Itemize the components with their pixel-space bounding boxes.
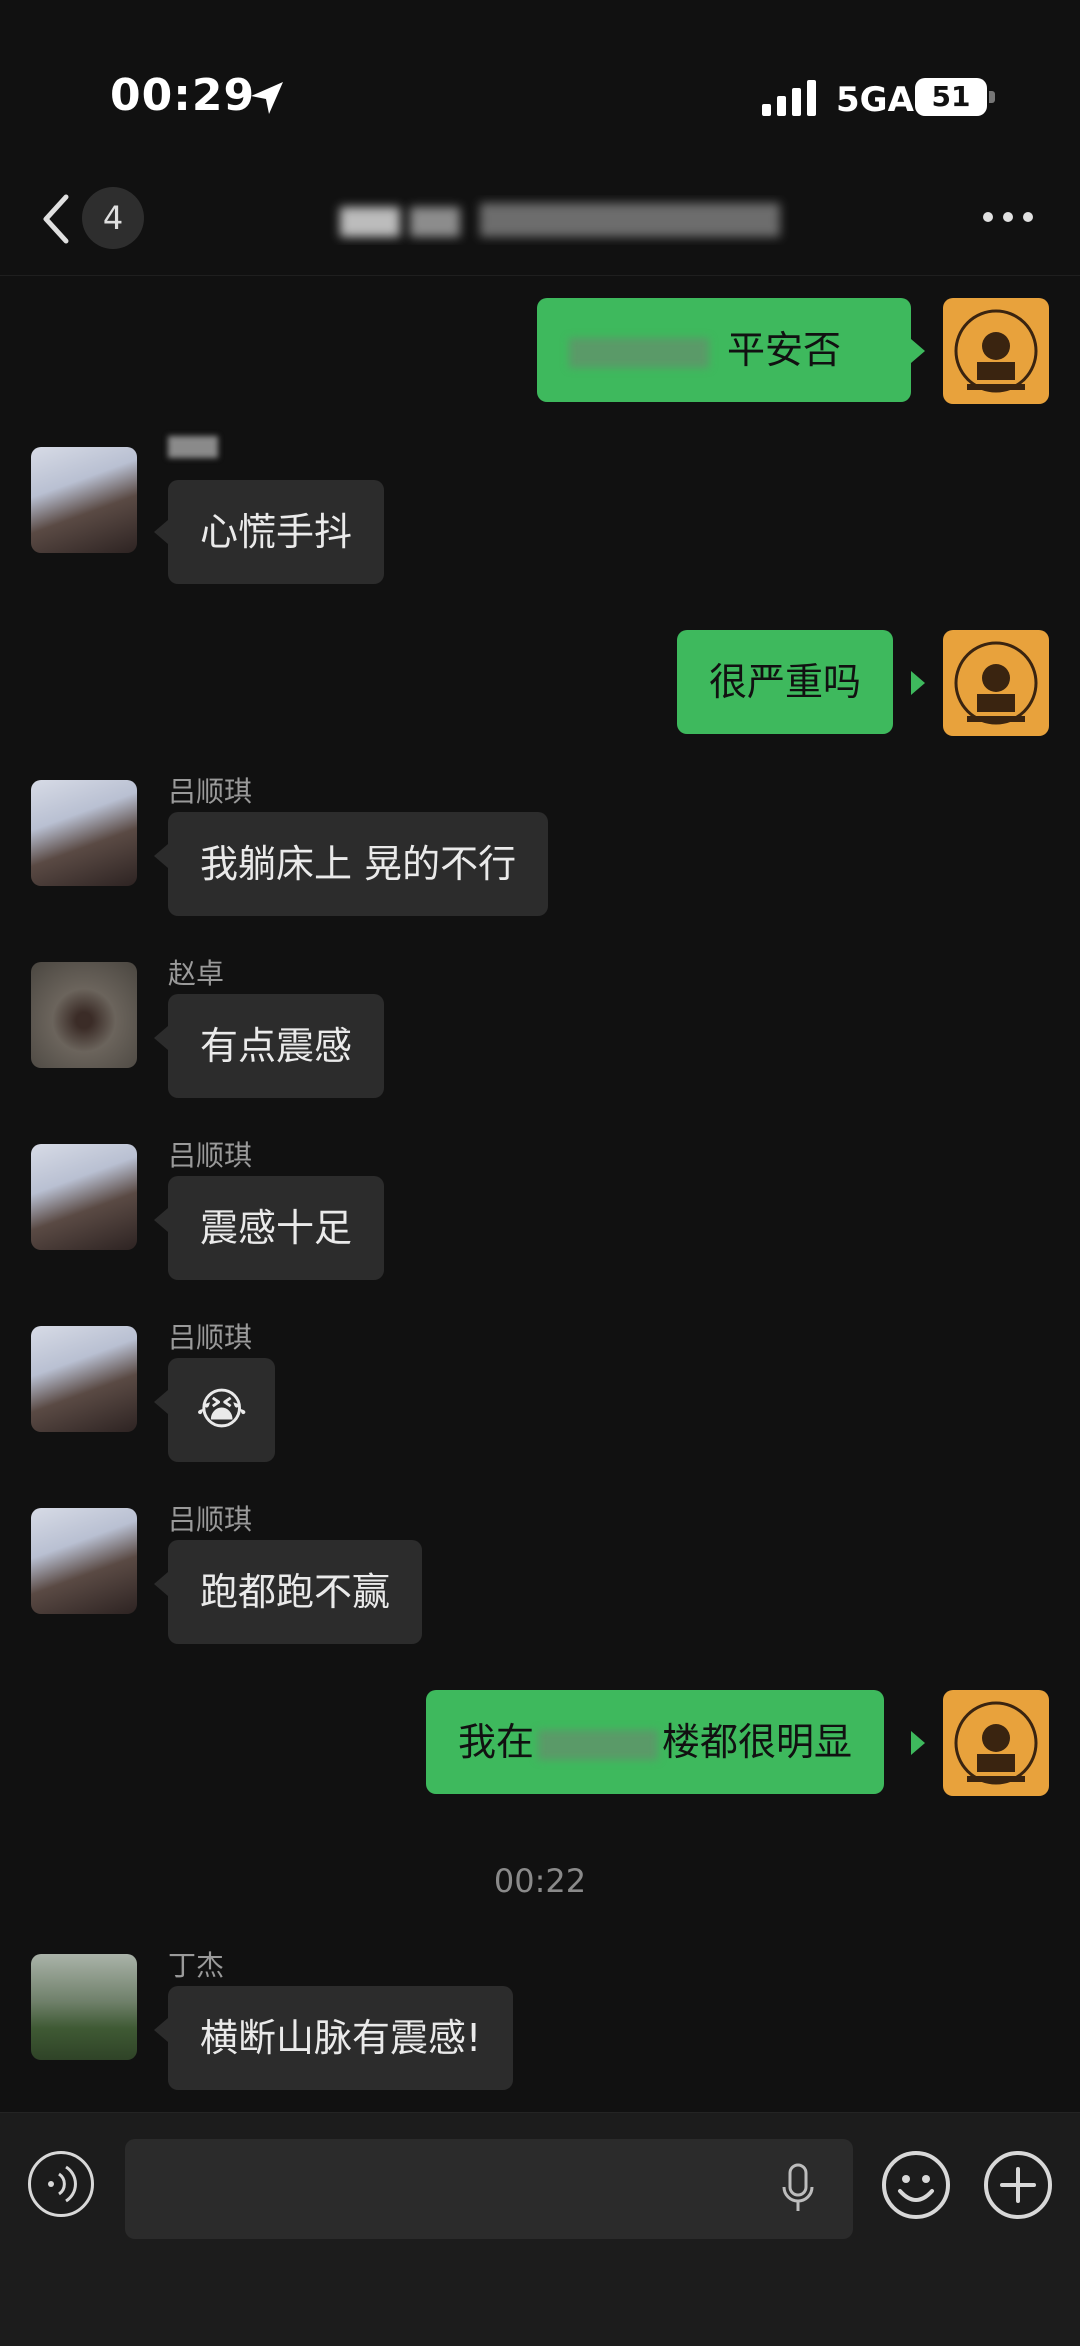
self-avatar[interactable]: [943, 298, 1049, 404]
bubble-tail: [911, 339, 925, 363]
nav-bar: 4: [0, 175, 1080, 276]
message-text: 心慌手抖: [200, 510, 353, 554]
message-text-after: 楼都很明显: [662, 1720, 853, 1764]
message-text: 跑都跑不赢: [200, 1570, 391, 1614]
input-bar: [0, 2112, 1080, 2346]
message-bubble-incoming[interactable]: 😭: [168, 1358, 276, 1462]
redaction-block: [168, 436, 218, 458]
battery-tip: [989, 91, 995, 103]
sender-name: 吕顺琪: [168, 775, 253, 808]
temple-logo-icon: [954, 641, 1038, 725]
sound-wave-icon: [48, 2165, 77, 2203]
contact-avatar[interactable]: [31, 1326, 137, 1432]
bubble-tail: [154, 520, 168, 544]
temple-logo-icon: [954, 1701, 1038, 1785]
message-bubble-incoming[interactable]: 我躺床上 晃的不行: [168, 812, 549, 916]
message-bubble-incoming[interactable]: 震感十足: [168, 1176, 385, 1280]
message-text-before: 我在: [458, 1720, 535, 1764]
bubble-tail: [911, 1731, 925, 1755]
message-bubble-incoming[interactable]: 横断山脉有震感!: [168, 1986, 514, 2090]
redaction-block: [410, 207, 460, 237]
self-avatar[interactable]: [943, 630, 1049, 736]
message-input[interactable]: [125, 2139, 853, 2239]
temple-logo-icon: [954, 309, 1038, 393]
bubble-tail: [154, 1026, 168, 1050]
self-avatar[interactable]: [943, 1690, 1049, 1796]
sender-name: 赵卓: [168, 957, 225, 990]
bubble-tail: [154, 1208, 168, 1232]
bubble-tail: [154, 844, 168, 868]
contact-avatar[interactable]: [31, 962, 137, 1068]
sender-name: 吕顺琪: [168, 1321, 253, 1354]
redaction-block: [569, 337, 709, 368]
emoji-icon[interactable]: [880, 2149, 952, 2221]
contact-avatar[interactable]: [31, 1144, 137, 1250]
signal-icon: [762, 80, 816, 116]
voice-mode-button[interactable]: [28, 2151, 94, 2217]
message-bubble-incoming[interactable]: 心慌手抖: [168, 480, 385, 584]
redaction-block: [538, 1729, 659, 1760]
message-text: 平安否: [727, 328, 842, 372]
message-bubble-outgoing[interactable]: 很严重吗: [677, 630, 894, 734]
chat-title-redacted: [240, 195, 840, 245]
location-arrow-icon: [251, 82, 283, 114]
bubble-tail: [154, 1390, 168, 1414]
contact-avatar[interactable]: [31, 447, 137, 553]
sender-name: 丁杰: [168, 1949, 225, 1982]
message-text: 我躺床上 晃的不行: [200, 842, 517, 886]
bubble-tail: [154, 1572, 168, 1596]
unread-count-badge[interactable]: 4: [82, 187, 144, 249]
message-timestamp: 00:22: [493, 1862, 587, 1900]
contact-avatar[interactable]: [31, 780, 137, 886]
bubble-tail: [911, 671, 925, 695]
message-text: 有点震感: [200, 1024, 353, 1068]
battery-icon: 51: [915, 78, 987, 116]
redaction-block: [480, 203, 780, 237]
message-text: 震感十足: [200, 1206, 353, 1250]
microphone-icon[interactable]: [778, 2161, 818, 2217]
crying-emoji: 😭: [196, 1384, 248, 1435]
battery-level: 51: [931, 80, 971, 113]
bubble-tail: [154, 2018, 168, 2042]
message-bubble-incoming[interactable]: 跑都跑不赢: [168, 1540, 423, 1644]
plus-icon[interactable]: [982, 2149, 1054, 2221]
sender-name: 吕顺琪: [168, 1139, 253, 1172]
redaction-block: [340, 207, 400, 237]
contact-avatar[interactable]: [31, 1508, 137, 1614]
message-bubble-outgoing[interactable]: 我在 楼都很明显: [426, 1690, 885, 1794]
status-bar: 00:29 5GA 51: [0, 0, 1080, 175]
message-bubble-incoming[interactable]: 有点震感: [168, 994, 385, 1098]
message-bubble-outgoing[interactable]: 平安否: [537, 298, 911, 402]
sender-name-redacted: [168, 432, 218, 465]
network-type: 5GA: [836, 80, 914, 120]
contact-avatar[interactable]: [31, 1954, 137, 2060]
message-text: 很严重吗: [709, 660, 862, 704]
back-chevron-icon[interactable]: [34, 189, 78, 249]
status-time: 00:29: [110, 70, 256, 121]
more-icon[interactable]: [978, 205, 1038, 229]
sender-name: 吕顺琪: [168, 1503, 253, 1536]
message-text: 横断山脉有震感!: [200, 2016, 482, 2060]
